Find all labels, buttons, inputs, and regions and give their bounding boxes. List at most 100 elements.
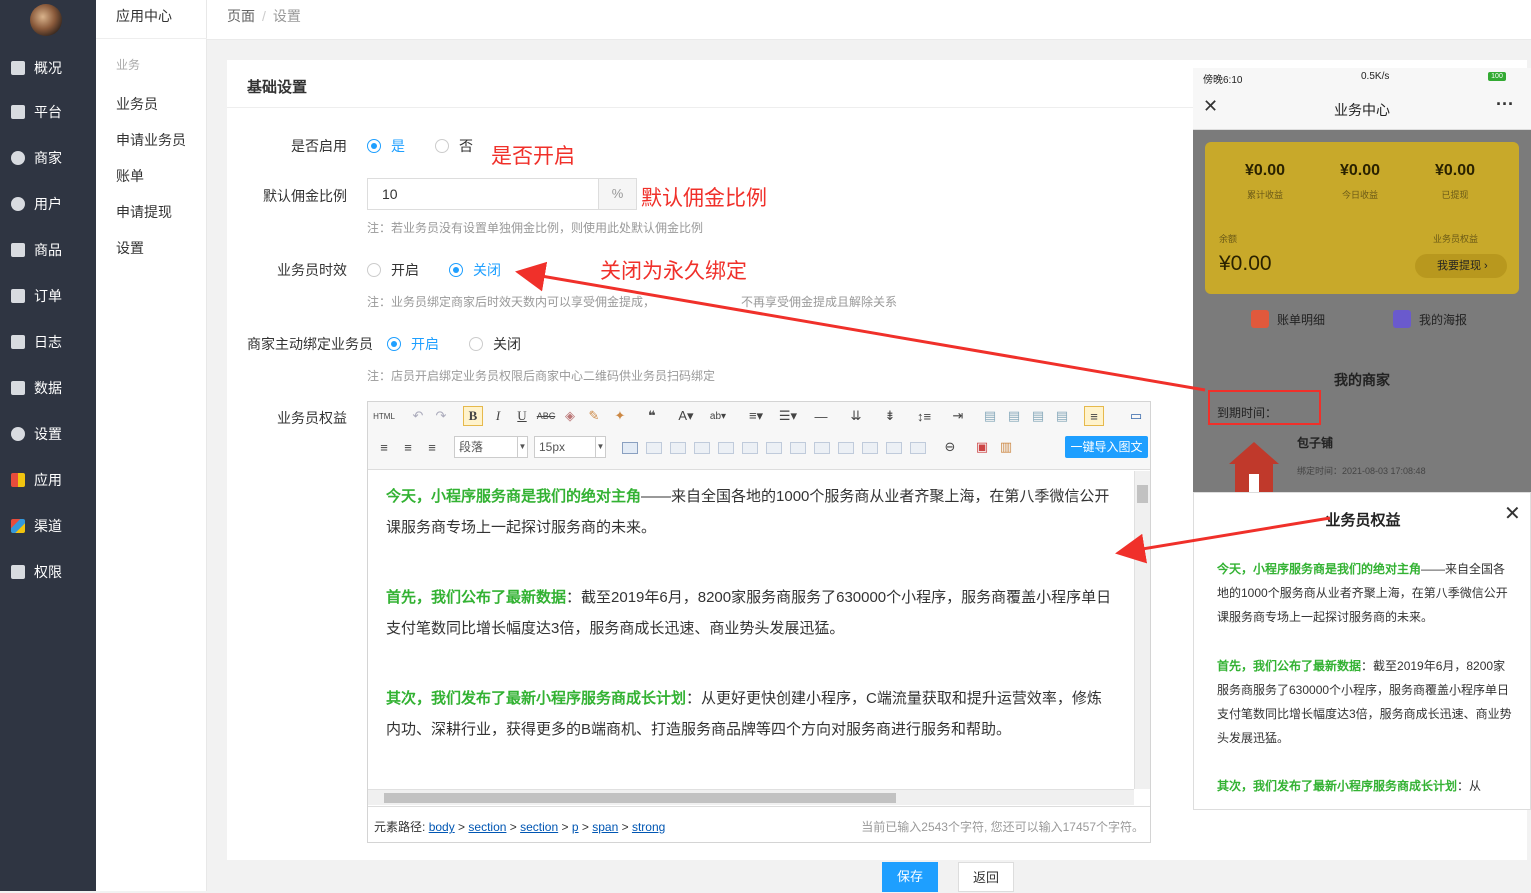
path-link[interactable]: span [592, 820, 618, 834]
unordered-list-icon[interactable]: ☰▾ [778, 406, 798, 426]
submenu-item-bill[interactable]: 账单 [116, 166, 144, 186]
strikethrough-icon[interactable]: ABC [536, 406, 556, 426]
delete-col-icon[interactable] [766, 442, 782, 454]
submenu-item-salesman[interactable]: 业务员 [116, 94, 158, 114]
paragraph-select[interactable]: 段落 ▼ [454, 436, 528, 458]
path-link[interactable]: section [520, 820, 558, 834]
scroll-thumb[interactable] [384, 793, 896, 803]
html-source-button[interactable]: HTML [372, 406, 396, 426]
sidebar-item-apps[interactable]: 应用 [0, 462, 96, 498]
redo-icon[interactable]: ↷ [431, 406, 451, 426]
path-link[interactable]: strong [632, 820, 665, 834]
save-button[interactable]: 保存 [882, 862, 938, 892]
withdraw-button[interactable]: 我要提现 › [1415, 254, 1507, 278]
insert-row-before-icon[interactable] [670, 442, 686, 454]
line-height-icon[interactable]: ↕≡ [914, 406, 934, 426]
sidebar-item-platform[interactable]: 平台 [0, 94, 96, 130]
preview-icon[interactable]: ▭ [1126, 406, 1146, 426]
sidebar-item-channel[interactable]: 渠道 [0, 508, 96, 544]
align-left-block-icon[interactable]: ▤ [980, 406, 1000, 426]
underline-icon[interactable]: U [512, 406, 532, 426]
poster-link[interactable]: 我的海报 [1393, 310, 1467, 328]
sidebar-item-label: 用户 [34, 196, 62, 212]
submenu-item-apply-salesman[interactable]: 申请业务员 [116, 130, 186, 150]
sidebar-item-permission[interactable]: 权限 [0, 554, 96, 590]
path-link[interactable]: section [468, 820, 506, 834]
app-logo[interactable] [30, 4, 62, 36]
stat-value: ¥0.00 [1339, 162, 1381, 179]
merge-down-icon[interactable] [838, 442, 854, 454]
font-color-icon[interactable]: A▾ [676, 406, 696, 426]
sidebar-item-log[interactable]: 日志 [0, 324, 96, 360]
delete-row-icon[interactable] [718, 442, 734, 454]
format-brush-icon[interactable]: ✎ [584, 406, 604, 426]
radio-label: 开启 [391, 262, 419, 278]
bill-detail-link[interactable]: 账单明细 [1251, 310, 1325, 328]
align-justify-block-icon[interactable]: ▤ [1052, 406, 1072, 426]
ordered-list-icon[interactable]: ≡▾ [746, 406, 766, 426]
sidebar-item-merchant[interactable]: 商家 [0, 140, 96, 176]
submenu-item-settings[interactable]: 设置 [116, 238, 144, 258]
rights-link[interactable]: 业务员权益 [1433, 232, 1478, 245]
align-center-icon[interactable]: ≡ [374, 437, 394, 457]
chevron-down-icon: ▼ [595, 437, 605, 457]
editor-content[interactable]: 今天，小程序服务商是我们的绝对主角——来自全国各地的1000个服务商从业者齐聚上… [368, 471, 1134, 789]
path-link[interactable]: p [572, 820, 579, 834]
align-center-block-icon[interactable]: ▤ [1004, 406, 1024, 426]
align-left-icon[interactable]: ≡ [1084, 406, 1104, 426]
user-icon [11, 197, 25, 211]
editor-vertical-scrollbar[interactable] [1134, 471, 1150, 789]
sidebar-item-overview[interactable]: 概况 [0, 50, 96, 86]
merge-cells-icon[interactable] [790, 442, 806, 454]
insert-row-icon[interactable] [694, 442, 710, 454]
indent-icon[interactable]: ⇥ [948, 406, 968, 426]
more-icon[interactable]: ··· [1496, 94, 1514, 115]
merchant-bind-on-radio[interactable]: 开启 [387, 334, 439, 354]
quote-icon[interactable]: ❝ [642, 406, 662, 426]
attachment-icon[interactable]: ▥ [996, 437, 1016, 457]
link-icon[interactable]: ⊖ [940, 437, 960, 457]
sidebar-item-order[interactable]: 订单 [0, 278, 96, 314]
close-icon[interactable]: ✕ [1504, 501, 1521, 526]
back-button[interactable]: 返回 [958, 862, 1014, 892]
path-link[interactable]: body [429, 820, 455, 834]
split-cells-icon[interactable] [862, 442, 878, 454]
enable-yes-radio[interactable]: 是 [367, 136, 405, 156]
align-full-icon[interactable]: ≡ [422, 437, 442, 457]
magic-format-icon[interactable]: ✦ [610, 406, 630, 426]
breadcrumb-root[interactable]: 页面 [227, 8, 255, 24]
insert-col-icon[interactable] [742, 442, 758, 454]
horizontal-rule-icon[interactable]: — [811, 406, 831, 426]
sidebar-item-user[interactable]: 用户 [0, 186, 96, 222]
split-cols-icon[interactable] [910, 442, 926, 454]
delete-table-icon[interactable] [646, 442, 662, 454]
undo-icon[interactable]: ↶ [408, 406, 428, 426]
commission-input[interactable] [368, 179, 598, 209]
fontsize-select[interactable]: 15px ▼ [534, 436, 606, 458]
italic-icon[interactable]: I [488, 406, 508, 426]
bold-icon[interactable]: B [463, 406, 483, 426]
sidebar-item-settings[interactable]: 设置 [0, 416, 96, 452]
submenu-item-withdraw[interactable]: 申请提现 [116, 202, 172, 222]
eraser-icon[interactable]: ◈ [560, 406, 580, 426]
insert-table-icon[interactable] [622, 442, 638, 454]
align-right-icon[interactable]: ≡ [398, 437, 418, 457]
spellcheck-icon[interactable]: ab▾ [708, 406, 728, 426]
merge-right-icon[interactable] [814, 442, 830, 454]
paragraph-spacing-icon[interactable]: ⇟ [880, 406, 900, 426]
editor-horizontal-scrollbar[interactable] [368, 789, 1134, 805]
merchant-bind-off-radio[interactable]: 关闭 [469, 334, 521, 354]
image-icon[interactable]: ▣ [972, 437, 992, 457]
split-rows-icon[interactable] [886, 442, 902, 454]
import-article-button[interactable]: 一键导入图文 [1065, 436, 1148, 458]
text-align-icon[interactable]: ⇊ [846, 406, 866, 426]
annotation-validity: 关闭为永久绑定 [600, 260, 747, 283]
enable-no-radio[interactable]: 否 [435, 136, 473, 156]
shop-bind-time: 绑定时间：2021-08-03 17:08:48 [1297, 466, 1426, 476]
sidebar-item-goods[interactable]: 商品 [0, 232, 96, 268]
sidebar-item-data[interactable]: 数据 [0, 370, 96, 406]
validity-on-radio[interactable]: 开启 [367, 260, 419, 280]
align-right-block-icon[interactable]: ▤ [1028, 406, 1048, 426]
validity-off-radio[interactable]: 关闭 [449, 260, 501, 280]
scroll-thumb[interactable] [1137, 485, 1148, 503]
